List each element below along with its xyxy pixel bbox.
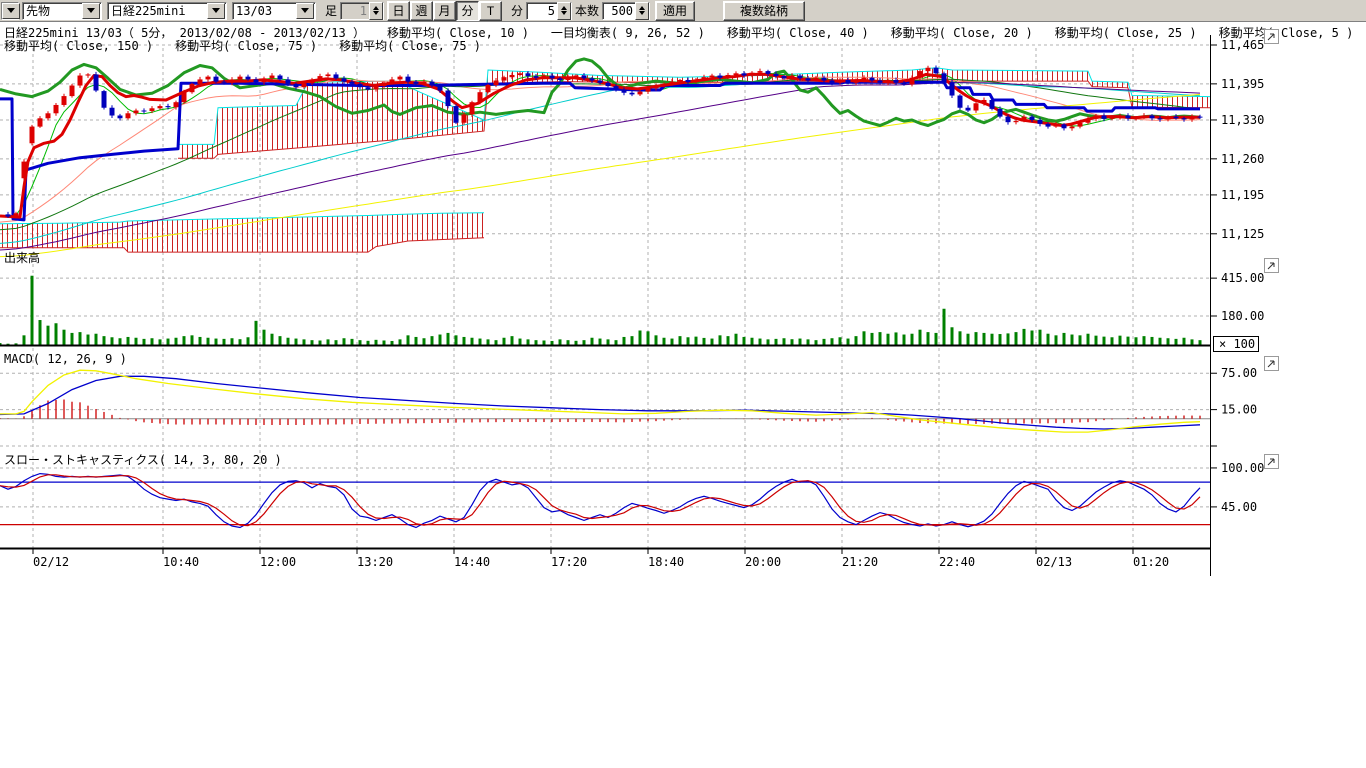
svg-text:10:40: 10:40 [163,555,199,569]
volume-panel-corner-icon[interactable] [1264,258,1279,273]
svg-text:12:00: 12:00 [260,555,296,569]
svg-text:11,260: 11,260 [1221,152,1264,166]
macd-panel-corner-icon[interactable] [1264,356,1279,371]
svg-text:18:40: 18:40 [648,555,684,569]
svg-text:22:40: 22:40 [939,555,975,569]
svg-text:01:20: 01:20 [1133,555,1169,569]
legend-ma25: 移動平均( Close, 25 ) [1055,26,1197,40]
svg-text:02/13: 02/13 [1036,555,1072,569]
svg-text:100.00: 100.00 [1221,461,1264,475]
svg-text:14:40: 14:40 [454,555,490,569]
svg-text:45.00: 45.00 [1221,500,1257,514]
svg-text:15.00: 15.00 [1221,403,1257,417]
svg-text:11,330: 11,330 [1221,113,1264,127]
svg-text:11,395: 11,395 [1221,77,1264,91]
svg-text:02/12: 02/12 [33,555,69,569]
chart-legend-line2: 移動平均( Close, 150 ) 移動平均( Close, 75 ) 移動平均(… [4,37,503,54]
volume-panel-label: 出来高 [4,249,40,266]
svg-text:17:20: 17:20 [551,555,587,569]
volume-unit-label: × 100 [1219,337,1255,351]
svg-text:21:20: 21:20 [842,555,878,569]
svg-text:415.00: 415.00 [1221,271,1264,285]
volume-bars [0,276,1210,346]
svg-text:20:00: 20:00 [745,555,781,569]
macd-panel [0,370,1210,432]
svg-text:75.00: 75.00 [1221,366,1257,380]
macd-panel-label: MACD( 12, 26, 9 ) [4,352,127,366]
svg-text:180.00: 180.00 [1221,309,1264,323]
legend-ma5: 移動平均( Close, 5 ) [1219,26,1354,40]
legend-ma40: 移動平均( Close, 40 ) [727,26,869,40]
svg-text:11,125: 11,125 [1221,227,1264,241]
chart-canvas: 02/12 10:40 12:00 13:20 14:40 17:20 18:40 20:00… [0,0,1366,768]
legend-ma20: 移動平均( Close, 20 ) [891,26,1033,40]
stoch-panel-corner-icon[interactable] [1264,454,1279,469]
legend-ichimoku: 一目均衡表( 9, 26, 52 ) [551,26,705,40]
price-panel-corner-icon[interactable] [1264,29,1279,44]
svg-text:13:20: 13:20 [357,555,393,569]
legend-ma75a: 移動平均( Close, 75 ) [175,39,317,53]
legend-ma75b: 移動平均( Close, 75 ) [339,39,481,53]
stochastics-panel [0,474,1210,528]
svg-text:11,195: 11,195 [1221,188,1264,202]
legend-ma150: 移動平均( Close, 150 ) [4,39,153,53]
stoch-panel-label: スロー・ストキャスティクス( 14, 3, 80, 20 ) [4,451,282,468]
